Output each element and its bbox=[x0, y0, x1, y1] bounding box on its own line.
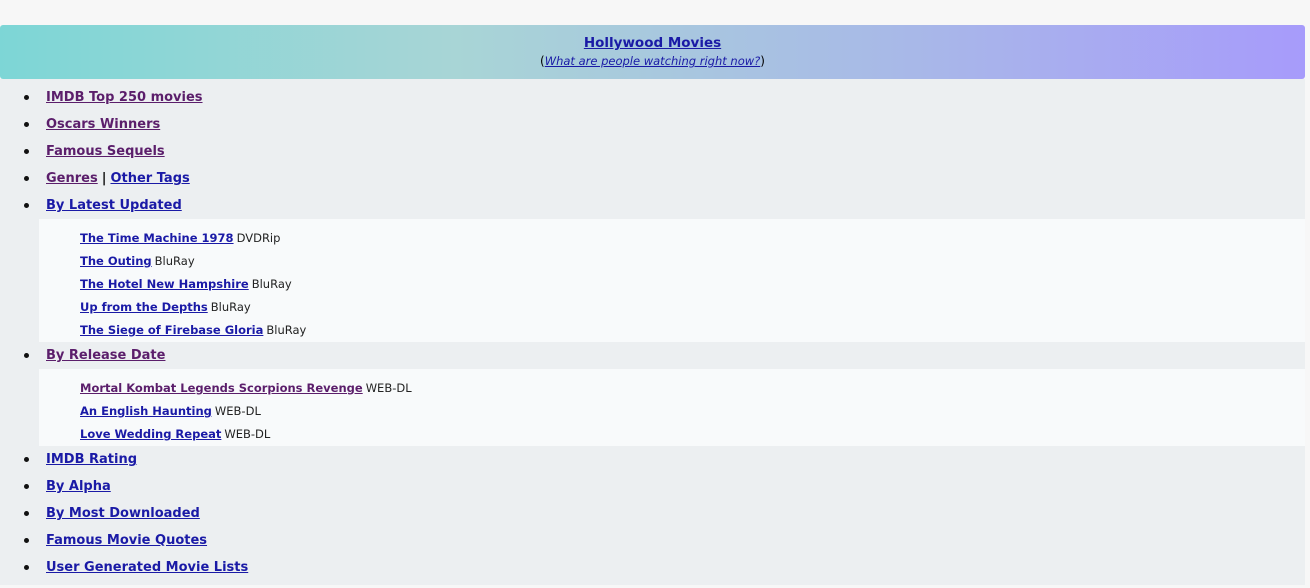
close-paren: ) bbox=[760, 54, 765, 68]
genres-link[interactable]: Genres bbox=[46, 171, 98, 186]
bullet-icon bbox=[24, 95, 29, 100]
quality-label: BluRay bbox=[266, 323, 307, 337]
latest-updated-sublist: The Time Machine 1978 DVDRip The Outing Bl… bbox=[39, 219, 1305, 342]
list-item: By Most Downloaded bbox=[0, 500, 1305, 527]
movie-link[interactable]: The Outing bbox=[80, 254, 152, 268]
category-panel: IMDB Top 250 movies Oscars Winners Famou… bbox=[0, 79, 1305, 585]
page-header: Hollywood Movies (What are people watchi… bbox=[0, 25, 1305, 79]
by-latest-updated-link[interactable]: By Latest Updated bbox=[46, 192, 182, 219]
movie-link[interactable]: Love Wedding Repeat bbox=[80, 427, 221, 441]
list-item: Up from the Depths BluRay bbox=[80, 296, 251, 319]
by-release-date-link[interactable]: By Release Date bbox=[46, 342, 165, 369]
movie-link[interactable]: The Siege of Firebase Gloria bbox=[80, 323, 263, 337]
by-alpha-link[interactable]: By Alpha bbox=[46, 473, 111, 500]
list-item: By Release Date bbox=[0, 342, 1305, 369]
quality-label: DVDRip bbox=[236, 231, 281, 245]
bullet-icon bbox=[24, 511, 29, 516]
list-item: An English Haunting WEB-DL bbox=[80, 400, 261, 423]
user-generated-lists-link[interactable]: User Generated Movie Lists bbox=[46, 554, 248, 581]
bullet-icon bbox=[24, 176, 29, 181]
movie-link[interactable]: Mortal Kombat Legends Scorpions Revenge bbox=[80, 381, 363, 395]
famous-sequels-link[interactable]: Famous Sequels bbox=[46, 138, 165, 165]
release-date-sublist: Mortal Kombat Legends Scorpions Revenge W… bbox=[39, 369, 1305, 446]
bullet-icon bbox=[24, 565, 29, 570]
list-item: Famous Sequels bbox=[0, 138, 1305, 165]
other-tags-link[interactable]: Other Tags bbox=[110, 171, 189, 186]
by-most-downloaded-link[interactable]: By Most Downloaded bbox=[46, 500, 200, 527]
quality-label: BluRay bbox=[251, 277, 292, 291]
bullet-icon bbox=[24, 122, 29, 127]
list-item: Genres | Other Tags bbox=[0, 165, 1305, 192]
bullet-icon bbox=[24, 484, 29, 489]
list-item: Oscars Winners bbox=[0, 111, 1305, 138]
list-item: By Alpha bbox=[0, 473, 1305, 500]
quality-label: BluRay bbox=[210, 300, 251, 314]
list-item: Love Wedding Repeat WEB-DL bbox=[80, 423, 270, 446]
list-item: The Outing BluRay bbox=[80, 250, 195, 273]
list-item: IMDB Top 250 movies bbox=[0, 84, 1305, 111]
imdb-rating-link[interactable]: IMDB Rating bbox=[46, 446, 137, 473]
header-subtitle: (What are people watching right now?) bbox=[0, 54, 1305, 68]
bullet-icon bbox=[24, 538, 29, 543]
bullet-icon bbox=[24, 203, 29, 208]
list-item: The Time Machine 1978 DVDRip bbox=[80, 227, 280, 250]
genres-tags-group: Genres | Other Tags bbox=[46, 165, 190, 192]
oscars-winners-link[interactable]: Oscars Winners bbox=[46, 111, 160, 138]
list-item: Famous Movie Quotes bbox=[0, 527, 1305, 554]
quality-label: WEB-DL bbox=[214, 404, 261, 418]
movie-link[interactable]: An English Haunting bbox=[80, 404, 212, 418]
watching-now-link[interactable]: What are people watching right now? bbox=[545, 54, 761, 68]
quality-label: WEB-DL bbox=[365, 381, 412, 395]
list-item: User Generated Movie Lists bbox=[0, 554, 1305, 581]
movie-link[interactable]: Up from the Depths bbox=[80, 300, 208, 314]
separator: | bbox=[101, 171, 107, 186]
movie-link[interactable]: The Time Machine 1978 bbox=[80, 231, 234, 245]
list-item: The Hotel New Hampshire BluRay bbox=[80, 273, 292, 296]
bullet-icon bbox=[24, 457, 29, 462]
imdb-top-250-link[interactable]: IMDB Top 250 movies bbox=[46, 84, 203, 111]
list-item: IMDB Rating bbox=[0, 446, 1305, 473]
list-item: The Siege of Firebase Gloria BluRay bbox=[80, 319, 306, 342]
hollywood-movies-link[interactable]: Hollywood Movies bbox=[0, 35, 1305, 51]
bullet-icon bbox=[24, 353, 29, 358]
quality-label: WEB-DL bbox=[224, 427, 271, 441]
list-item: Mortal Kombat Legends Scorpions Revenge W… bbox=[80, 377, 412, 400]
famous-movie-quotes-link[interactable]: Famous Movie Quotes bbox=[46, 527, 207, 554]
list-item: By Latest Updated bbox=[0, 192, 1305, 219]
quality-label: BluRay bbox=[154, 254, 195, 268]
bullet-icon bbox=[24, 149, 29, 154]
movie-link[interactable]: The Hotel New Hampshire bbox=[80, 277, 249, 291]
